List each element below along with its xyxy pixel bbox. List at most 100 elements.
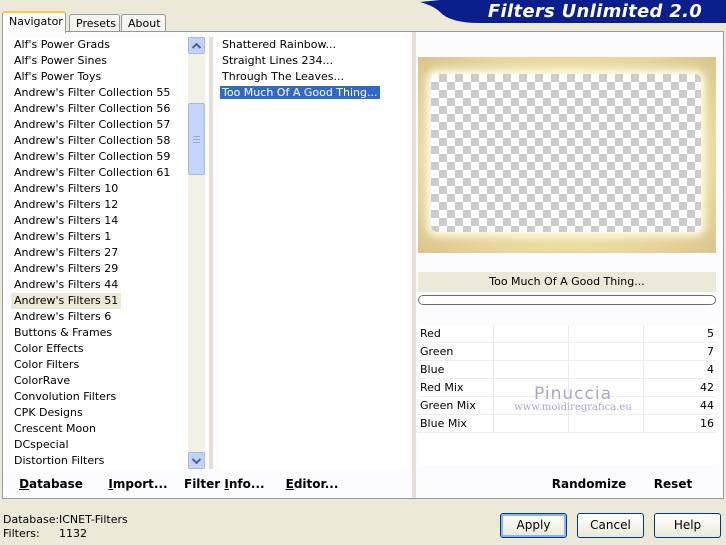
category-item[interactable]: Andrew's Filters 29 (11, 261, 189, 277)
category-item[interactable]: Andrew's Filter Collection 55 (11, 85, 189, 101)
param-slider-row[interactable]: Blue Mix 16 (418, 415, 716, 433)
param-value: 7 (707, 345, 714, 358)
slider-tick (493, 379, 494, 397)
category-item[interactable]: Alf's Power Sines (11, 53, 189, 69)
param-label: Green Mix (420, 399, 476, 412)
slider-tick (643, 343, 644, 361)
chevron-down-icon (192, 457, 201, 464)
tab-navigator[interactable]: Navigator (2, 11, 66, 33)
filter-list[interactable]: Shattered Rainbow... Straight Lines 234..… (219, 37, 409, 469)
filter-item-label: Too Much Of A Good Thing... (220, 86, 380, 99)
reset-button[interactable]: Reset (648, 473, 698, 495)
help-button[interactable]: Help (654, 513, 721, 538)
transparency-checkerboard (431, 74, 701, 232)
category-item[interactable]: Andrew's Filter Collection 61 (11, 165, 189, 181)
navigator-panel: Alf's Power Grads Alf's Power Sines Alf's … (2, 31, 724, 499)
category-item[interactable]: Andrew's Filter Collection 57 (11, 117, 189, 133)
category-item[interactable]: Andrew's Filters 10 (11, 181, 189, 197)
param-slider-row[interactable]: Green Mix 44 (418, 397, 716, 415)
category-item[interactable]: Andrew's Filter Collection 56 (11, 101, 189, 117)
parameter-panel: Red 5 Green 7 Blue 4 Red Mix 42 Green Mix 44 Blue … (418, 325, 716, 465)
category-item[interactable]: Andrew's Filters 44 (11, 277, 189, 293)
randomize-button[interactable]: Randomize (548, 473, 630, 495)
category-item[interactable]: Alf's Power Toys (11, 69, 189, 85)
category-item[interactable]: Andrew's Filter Collection 59 (11, 149, 189, 165)
cancel-button[interactable]: Cancel (577, 513, 644, 538)
category-item[interactable]: ColorRave (11, 373, 189, 389)
category-item[interactable]: Andrew's Filters 27 (11, 245, 189, 261)
scroll-thumb[interactable] (188, 103, 205, 175)
category-item[interactable]: Color Effects (11, 341, 189, 357)
category-item[interactable]: DCspecial (11, 437, 189, 453)
database-label: Database: (3, 513, 60, 526)
category-item[interactable]: Distortion Filters (11, 453, 189, 469)
database-button[interactable]: Database (11, 473, 91, 495)
category-list[interactable]: Alf's Power Grads Alf's Power Sines Alf's … (11, 37, 189, 469)
import-button[interactable]: Import... (105, 473, 171, 495)
param-value: 5 (707, 327, 714, 340)
param-label: Red (420, 327, 441, 340)
filter-item[interactable]: Straight Lines 234... (219, 53, 409, 69)
editor-button[interactable]: Editor... (282, 473, 342, 495)
filters-count-label: Filters: (3, 527, 40, 540)
category-scrollbar[interactable] (188, 37, 205, 469)
category-item[interactable]: Andrew's Filter Collection 58 (11, 133, 189, 149)
panel-divider (412, 32, 416, 498)
scroll-down-button[interactable] (188, 452, 205, 469)
database-value: ICNET-Filters (59, 513, 128, 526)
param-slider-row[interactable]: Green 7 (418, 343, 716, 361)
param-label: Blue Mix (420, 417, 467, 430)
tab-about[interactable]: About (121, 14, 166, 32)
param-label: Blue (420, 363, 445, 376)
slider-tick (493, 415, 494, 433)
slider-tick (493, 397, 494, 415)
slider-tick (568, 415, 569, 433)
grip-icon (193, 135, 200, 143)
scroll-up-button[interactable] (188, 37, 205, 54)
param-slider-row[interactable]: Red Mix 42 (418, 379, 716, 397)
slider-tick (643, 379, 644, 397)
param-slider-row[interactable]: Red 5 (418, 325, 716, 343)
slider-tick (568, 343, 569, 361)
slider-tick (643, 397, 644, 415)
category-item[interactable]: Andrew's Filters 14 (11, 213, 189, 229)
category-item[interactable]: Andrew's Filters 1 (11, 229, 189, 245)
filters-count-value: 1132 (59, 527, 87, 540)
tab-presets[interactable]: Presets (69, 14, 120, 32)
chevron-up-icon (192, 42, 201, 49)
slider-tick (568, 361, 569, 379)
slider-tick (568, 397, 569, 415)
filter-info-button[interactable]: Filter Info... (184, 473, 265, 495)
category-item[interactable]: Andrew's Filters 51 (11, 293, 122, 309)
slider-tick (643, 325, 644, 343)
slider-tick (643, 361, 644, 379)
panel-divider (209, 37, 213, 469)
category-item[interactable]: Andrew's Filters 12 (11, 197, 189, 213)
param-value: 4 (707, 363, 714, 376)
category-item[interactable]: Andrew's Filters 6 (11, 309, 189, 325)
slider-tick (493, 343, 494, 361)
apply-button[interactable]: Apply (500, 513, 567, 538)
preview-image (418, 57, 716, 253)
category-item[interactable]: CPK Designs (11, 405, 189, 421)
filter-item-label: Shattered Rainbow... (222, 38, 336, 51)
param-label: Green (420, 345, 454, 358)
filter-item-label: Straight Lines 234... (222, 54, 334, 67)
param-value: 16 (700, 417, 714, 430)
category-item[interactable]: Alf's Power Grads (11, 37, 189, 53)
progress-bar (418, 295, 716, 305)
category-item[interactable]: Buttons & Frames (11, 325, 189, 341)
banner-title: Filters Unlimited 2.0 (487, 1, 703, 22)
filter-item[interactable]: Too Much Of A Good Thing... (219, 85, 409, 101)
category-item[interactable]: Color Filters (11, 357, 189, 373)
param-value: 44 (700, 399, 714, 412)
param-slider-row[interactable]: Blue 4 (418, 361, 716, 379)
filter-item[interactable]: Shattered Rainbow... (219, 37, 409, 53)
filter-item[interactable]: Through The Leaves... (219, 69, 409, 85)
param-value: 42 (700, 381, 714, 394)
status-info: Database: ICNET-Filters Filters: 1132 (3, 513, 128, 541)
slider-tick (493, 361, 494, 379)
slider-tick (643, 415, 644, 433)
category-item[interactable]: Convolution Filters (11, 389, 189, 405)
category-item[interactable]: Crescent Moon (11, 421, 189, 437)
